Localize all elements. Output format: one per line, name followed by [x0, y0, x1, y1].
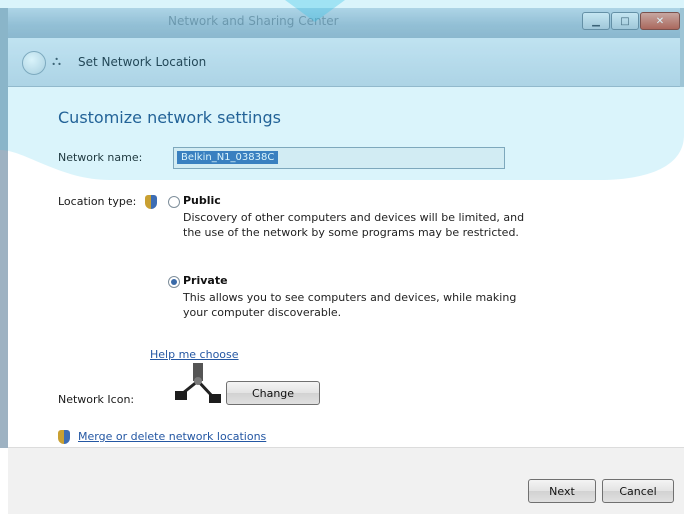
network-icon-label: Network Icon:	[58, 393, 135, 406]
footer-bar: Next Cancel	[8, 447, 684, 514]
private-option-title: Private	[183, 274, 228, 287]
public-radio[interactable]	[168, 196, 180, 208]
close-button[interactable]: ✕	[640, 12, 680, 30]
next-button[interactable]: Next	[528, 479, 596, 503]
network-name-label: Network name:	[58, 151, 143, 164]
public-option-description: Discovery of other computers and devices…	[183, 210, 563, 240]
network-location-icon: ⛬	[52, 54, 62, 69]
network-name-value: Belkin_N1_03838C	[177, 151, 279, 164]
location-type-label: Location type:	[58, 195, 137, 208]
nav-title: Set Network Location	[78, 55, 207, 69]
change-icon-button[interactable]: Change	[226, 381, 320, 405]
content-pane: Customize network settings Network name:…	[8, 87, 684, 447]
window-title: Network and Sharing Center	[168, 14, 339, 28]
private-option-description: This allows you to see computers and dev…	[183, 290, 563, 320]
private-description-line1: This allows you to see computers and dev…	[183, 291, 517, 304]
window-controls: ▁ □ ✕	[581, 12, 680, 30]
public-description-line1: Discovery of other computers and devices…	[183, 211, 525, 224]
close-icon: ✕	[655, 15, 665, 27]
page-title: Customize network settings	[58, 108, 281, 127]
network-icon	[175, 363, 221, 403]
public-option-title: Public	[183, 194, 221, 207]
public-description-line2: the use of the network by some programs …	[183, 226, 519, 239]
window-titlebar: Network and Sharing Center ▁ □ ✕	[8, 8, 684, 39]
maximize-button[interactable]: □	[611, 12, 639, 30]
maximize-icon: □	[620, 15, 630, 27]
network-name-field[interactable]: Belkin_N1_03838C	[173, 147, 505, 169]
minimize-button[interactable]: ▁	[582, 12, 610, 30]
back-button[interactable]	[22, 51, 46, 75]
navigation-bar: ⛬ Set Network Location	[8, 38, 684, 87]
window-frame-left	[0, 8, 8, 448]
minimize-icon: ▁	[592, 15, 600, 27]
shield-icon	[145, 195, 157, 209]
merge-delete-link[interactable]: Merge or delete network locations	[78, 430, 266, 443]
private-description-line2: your computer discoverable.	[183, 306, 342, 319]
private-radio[interactable]	[168, 276, 180, 288]
merge-shield-icon	[58, 430, 70, 444]
cancel-button[interactable]: Cancel	[602, 479, 674, 503]
